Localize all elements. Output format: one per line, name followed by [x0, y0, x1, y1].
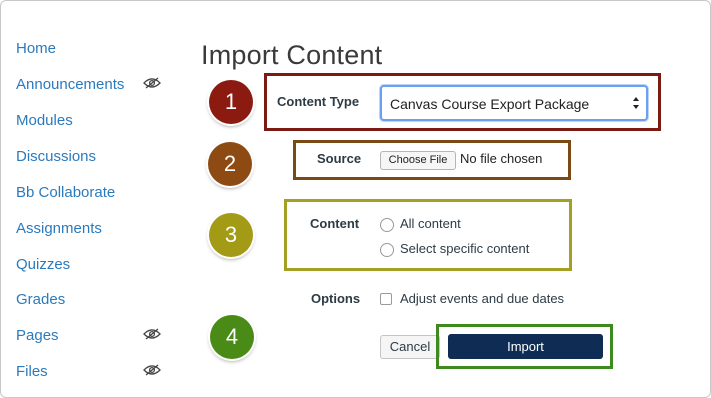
content-type-selected-value: Canvas Course Export Package: [390, 96, 590, 112]
content-label: Content: [310, 216, 360, 231]
hidden-eye-icon: [143, 328, 161, 340]
source-label: Source: [317, 151, 362, 166]
nav-pages[interactable]: Pages: [16, 327, 59, 344]
nav-files[interactable]: Files: [16, 363, 48, 380]
nav-home[interactable]: Home: [16, 40, 56, 57]
select-specific-content-label[interactable]: Select specific content: [400, 241, 529, 256]
step-1-badge: 1: [209, 80, 253, 124]
all-content-label[interactable]: All content: [400, 216, 461, 231]
select-specific-content-radio[interactable]: [380, 243, 394, 257]
nav-discussions[interactable]: Discussions: [16, 148, 96, 165]
no-file-text: No file chosen: [460, 151, 543, 166]
content-type-select[interactable]: Canvas Course Export Package: [380, 85, 648, 121]
step-2-badge: 2: [208, 142, 252, 186]
choose-file-button[interactable]: Choose File: [380, 151, 456, 170]
step-3-badge: 3: [209, 213, 253, 257]
nav-announcements[interactable]: Announcements: [16, 76, 124, 93]
hidden-eye-icon: [143, 77, 161, 89]
adjust-dates-label[interactable]: Adjust events and due dates: [400, 291, 564, 306]
nav-bb-collaborate[interactable]: Bb Collaborate: [16, 184, 115, 201]
nav-grades[interactable]: Grades: [16, 291, 65, 308]
options-label: Options: [311, 291, 361, 306]
select-arrows-icon: [633, 97, 639, 109]
page-title: Import Content: [201, 40, 383, 70]
cancel-button[interactable]: Cancel: [380, 335, 440, 359]
import-button[interactable]: Import: [448, 334, 603, 359]
step-3-highlight-box: [284, 199, 572, 271]
step-4-badge: 4: [210, 315, 254, 359]
content-type-label: Content Type: [277, 94, 360, 109]
nav-modules[interactable]: Modules: [16, 112, 73, 129]
nav-quizzes[interactable]: Quizzes: [16, 256, 70, 273]
nav-assignments[interactable]: Assignments: [16, 220, 102, 237]
hidden-eye-icon: [143, 364, 161, 376]
all-content-radio[interactable]: [380, 218, 394, 232]
adjust-dates-checkbox[interactable]: [380, 293, 392, 305]
